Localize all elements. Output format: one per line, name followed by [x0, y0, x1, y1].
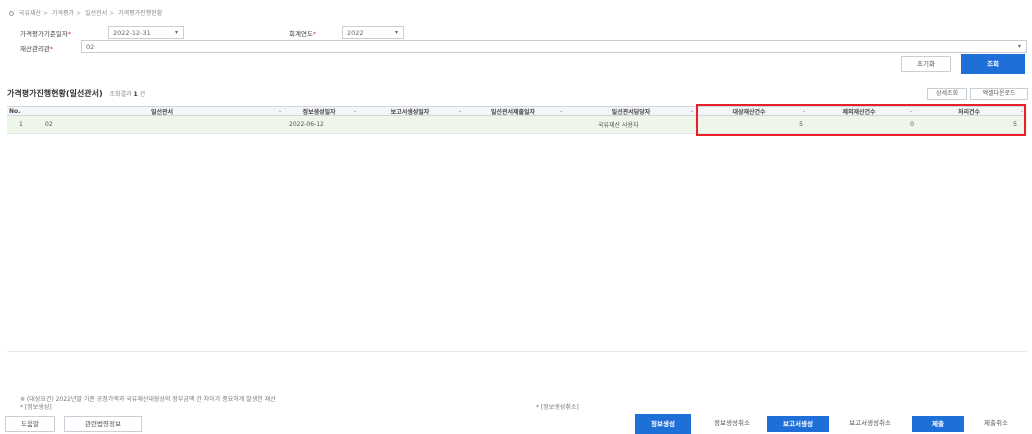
help-button[interactable]: 도움말: [5, 416, 55, 432]
asset-org-value: 02: [86, 43, 95, 51]
cell-manager: 국유재산 사용자: [598, 122, 639, 129]
cell-office: 02: [45, 121, 53, 128]
detail-search-button[interactable]: 상세조회: [927, 88, 967, 100]
divider: [7, 351, 1027, 352]
breadcrumb-item[interactable]: 일선관서: [85, 10, 107, 17]
related-law-button[interactable]: 관련법령정보: [64, 416, 142, 432]
table-row[interactable]: 1 02 2022-06-12 국유재산 사용자 5 0 5: [7, 116, 1027, 134]
create-report-button[interactable]: 보고서생성: [767, 416, 829, 432]
section-title-text: 가격평가진행현황(일선관서): [7, 89, 103, 98]
create-info-note-header: * [정보생성]: [20, 404, 52, 411]
cell-submit-date: [467, 116, 559, 133]
sort-icon[interactable]: ⌄: [458, 108, 462, 114]
fiscal-year-value: 2022: [347, 29, 364, 37]
sort-icon[interactable]: ⌄: [909, 108, 913, 114]
chevron-down-icon: ▾: [1017, 43, 1021, 50]
col-target-count[interactable]: 대상재산건수: [699, 107, 799, 116]
sort-icon[interactable]: ⌄: [690, 108, 694, 114]
sort-icon[interactable]: ⌄: [802, 108, 806, 114]
col-info-date[interactable]: 정보생성일자: [287, 107, 351, 116]
base-date-label: 가격평가기준일자*: [20, 30, 72, 38]
condition-note: ※ (대상요건) 2022년말 기준 공정가액과 국유재산대장상의 장부금액 간…: [20, 396, 276, 403]
submit-button[interactable]: 제출: [912, 416, 964, 432]
cell-report-date: [363, 116, 457, 133]
cell-excluded-count: 0: [910, 121, 914, 128]
fiscal-year-select[interactable]: 2022 ▾: [342, 26, 404, 39]
col-office[interactable]: 일선관서: [47, 107, 277, 116]
result-count: 조회결과 1 건: [109, 91, 146, 98]
reset-button[interactable]: 초기화: [901, 56, 951, 72]
col-report-date[interactable]: 보고서생성일자: [363, 107, 457, 116]
breadcrumb: 국유재산 > 가격평가 > 일선관서 > 가격평가진행현황: [9, 8, 162, 17]
cell-target-count: 5: [799, 121, 803, 128]
breadcrumb-item[interactable]: 가격평가: [52, 10, 74, 17]
sort-icon[interactable]: ⌄: [278, 108, 282, 114]
breadcrumb-item[interactable]: 국유재산: [19, 10, 41, 17]
cancel-info-button[interactable]: 정보생성취소: [701, 416, 763, 432]
chevron-down-icon: ▾: [394, 29, 398, 36]
search-button[interactable]: 조회: [961, 54, 1025, 74]
create-info-button[interactable]: 정보생성: [635, 414, 691, 434]
cell-no: 1: [19, 121, 23, 128]
excel-download-button[interactable]: 엑셀다운로드: [970, 88, 1028, 100]
col-no[interactable]: No.: [9, 107, 31, 115]
fiscal-year-label: 회계연도*: [289, 30, 317, 38]
cell-processed-count: 5: [1013, 121, 1017, 128]
sort-icon[interactable]: ⌄: [559, 108, 563, 114]
chevron-down-icon: ▾: [174, 29, 178, 36]
col-manager[interactable]: 일선관서담당자: [572, 107, 690, 116]
sort-icon[interactable]: ⌄: [353, 108, 357, 114]
col-submit-date[interactable]: 일선관서제출일자: [467, 107, 559, 116]
asset-org-select[interactable]: 02 ▾: [81, 40, 1027, 53]
cancel-submit-button[interactable]: 제출취소: [970, 416, 1022, 432]
asset-org-label: 재산관리관*: [20, 45, 54, 53]
cancel-info-note-header: * [정보생성취소]: [536, 404, 579, 411]
breadcrumb-item: 가격평가진행현황: [118, 10, 163, 17]
section-title: 가격평가진행현황(일선관서) 조회결과 1 건: [7, 88, 145, 99]
sort-icon[interactable]: ⌄: [1020, 108, 1024, 114]
home-icon: [9, 11, 14, 16]
cancel-report-button[interactable]: 보고서생성취소: [833, 416, 907, 432]
col-processed-count[interactable]: 처리건수: [919, 107, 1019, 116]
col-excluded-count[interactable]: 제외재산건수: [810, 107, 908, 116]
grid-header: No. 일선관서 ⌄ 정보생성일자 ⌄ 보고서생성일자 ⌄ 일선관서제출일자 ⌄…: [7, 106, 1027, 116]
base-date-value: 2022-12-31: [113, 29, 151, 37]
cell-info-date: 2022-06-12: [289, 121, 324, 128]
base-date-select[interactable]: 2022-12-31 ▾: [108, 26, 184, 39]
